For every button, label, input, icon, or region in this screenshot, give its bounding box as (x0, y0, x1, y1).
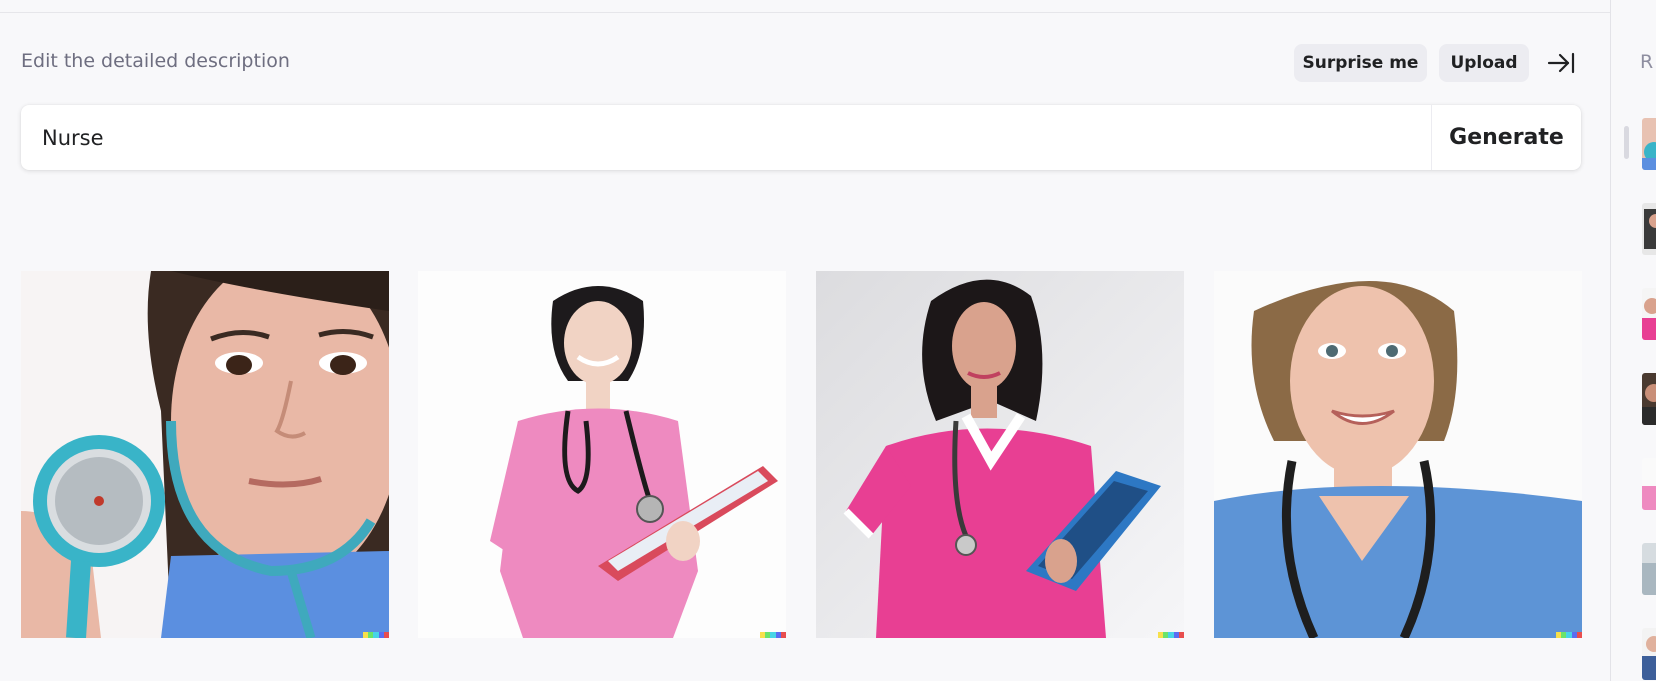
history-thumbnail[interactable] (1642, 288, 1656, 340)
signature-mark (1556, 632, 1582, 638)
collapse-sidebar-icon[interactable] (1546, 50, 1576, 76)
history-thumbnail[interactable] (1642, 373, 1656, 425)
generate-button[interactable]: Generate (1431, 105, 1581, 170)
history-thumbnail[interactable] (1642, 543, 1656, 595)
prompt-label: Edit the detailed description (21, 50, 290, 72)
result-image-2-illustration (418, 271, 786, 638)
result-image-4[interactable] (1214, 271, 1582, 638)
history-title: R (1640, 51, 1654, 73)
signature-mark (760, 632, 786, 638)
result-image-3[interactable] (816, 271, 1184, 638)
result-image-3-illustration (816, 271, 1184, 638)
history-thumbnail[interactable] (1642, 203, 1656, 255)
signature-mark (363, 632, 389, 638)
prompt-input[interactable] (21, 105, 1431, 170)
history-thumbnail[interactable] (1642, 118, 1656, 170)
result-image-1[interactable] (21, 271, 389, 638)
history-thumbnail[interactable] (1642, 628, 1656, 680)
prompt-bar: Generate (21, 105, 1581, 170)
top-divider (0, 12, 1610, 13)
history-thumbnail[interactable] (1642, 458, 1656, 510)
signature-mark (1158, 632, 1184, 638)
history-scrollbar[interactable] (1624, 126, 1629, 159)
surprise-me-button[interactable]: Surprise me (1294, 44, 1427, 82)
upload-button[interactable]: Upload (1439, 44, 1529, 82)
result-image-2[interactable] (418, 271, 786, 638)
result-image-4-illustration (1214, 271, 1582, 638)
result-image-1-illustration (21, 271, 389, 638)
history-sidebar: R (1610, 0, 1656, 681)
